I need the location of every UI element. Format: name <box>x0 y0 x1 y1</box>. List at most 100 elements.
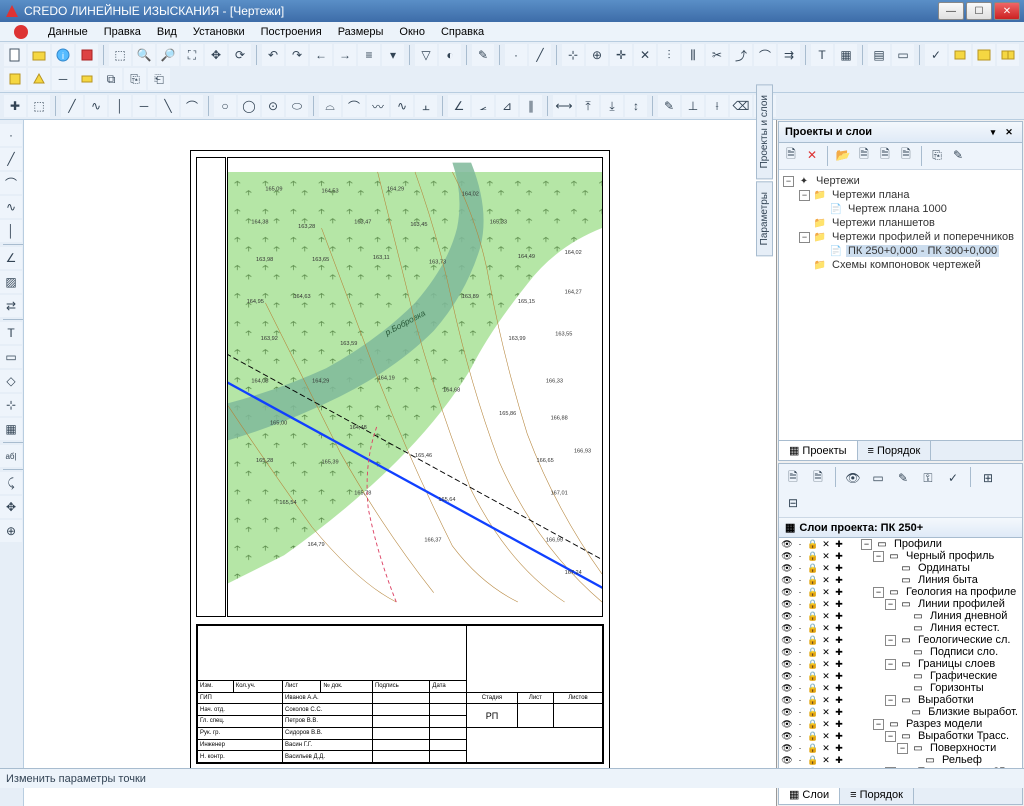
menu-view[interactable]: Вид <box>149 24 185 40</box>
move-node-icon[interactable]: ⊕ <box>586 44 608 66</box>
circle3-icon[interactable]: ⊙ <box>262 95 284 117</box>
layer-row[interactable]: 👁·🔒✕✚−▭Выработки <box>779 694 1022 706</box>
layer-row[interactable]: 👁·🔒✕✚▭Линия быта <box>779 574 1022 586</box>
diag-icon[interactable]: ╲ <box>157 95 179 117</box>
layer-doc-icon[interactable]: 🗎 <box>807 467 829 489</box>
lt-diamond-icon[interactable]: ◇ <box>0 370 22 392</box>
paste-icon[interactable]: ⎗ <box>148 68 170 90</box>
dim3-icon[interactable]: ⤓ <box>601 95 623 117</box>
tree-node[interactable]: 📄ПК 250+0,000 - ПК 300+0,000 <box>783 244 1018 258</box>
layer-edit-icon[interactable]: ✎ <box>892 467 914 489</box>
copy-icon[interactable]: ⎘ <box>124 68 146 90</box>
lt-swap-icon[interactable]: ⇄ <box>0 295 22 317</box>
double-icon[interactable] <box>997 44 1019 66</box>
layer-row[interactable]: 👁·🔒✕✚▭Ординаты <box>779 562 1022 574</box>
proj-delete-icon[interactable]: ✕ <box>803 146 821 164</box>
join-icon[interactable]: ⫶ <box>658 44 680 66</box>
trim-icon[interactable]: ✂ <box>706 44 728 66</box>
table-icon[interactable]: ▤ <box>868 44 890 66</box>
circle2-icon[interactable]: ◯ <box>238 95 260 117</box>
tree-node[interactable]: −✦Чертежи <box>783 174 1018 188</box>
tree-node[interactable]: −📁Чертежи профилей и поперечников <box>783 230 1018 244</box>
spline-icon[interactable]: 〰 <box>367 95 389 117</box>
rect-icon[interactable] <box>949 44 971 66</box>
panel-close-icon[interactable]: ✕ <box>1002 125 1016 139</box>
pan-icon[interactable]: ✥ <box>205 44 227 66</box>
dim4-icon[interactable]: ↕ <box>625 95 647 117</box>
layers-icon[interactable]: ⧉ <box>100 68 122 90</box>
layer-row[interactable]: 👁·🔒✕✚−▭Границы слоев <box>779 658 1022 670</box>
layer-row[interactable]: 👁·🔒✕✚▭Подписи сло. <box>779 646 1022 658</box>
ellipse-icon[interactable]: ⬭ <box>286 95 308 117</box>
layer-show-icon[interactable]: 👁 <box>842 467 864 489</box>
layer-lock-icon[interactable]: ⚿ <box>917 467 939 489</box>
side-tab-params[interactable]: Параметры <box>756 181 773 256</box>
layer-row[interactable]: 👁·🔒✕✚▭Графические <box>779 670 1022 682</box>
angle2-icon[interactable]: ⦟ <box>472 95 494 117</box>
point-icon[interactable]: · <box>505 44 527 66</box>
polyline-icon[interactable]: ∿ <box>85 95 107 117</box>
tab-order[interactable]: ≡Порядок <box>858 441 932 460</box>
menu-settings[interactable]: Установки <box>185 24 253 40</box>
fillet-icon[interactable]: ⌒ <box>754 44 776 66</box>
lt-snap-icon[interactable]: ⊹ <box>0 394 22 416</box>
lt-angle-icon[interactable]: ∠ <box>0 247 22 269</box>
panel-dock-icon[interactable]: ▾ <box>986 125 1000 139</box>
layer-row[interactable]: 👁·🔒✕✚−▭Выработки Трасс. <box>779 730 1022 742</box>
select-icon[interactable]: ⬚ <box>28 95 50 117</box>
text-icon[interactable]: T <box>811 44 833 66</box>
back-icon[interactable]: ← <box>310 44 332 66</box>
undo-icon[interactable]: ↶ <box>262 44 284 66</box>
maximize-button[interactable]: ☐ <box>966 2 992 20</box>
hatch-icon[interactable]: ▦ <box>835 44 857 66</box>
sheet-icon[interactable]: ▭ <box>892 44 914 66</box>
close-button[interactable]: ✕ <box>994 2 1020 20</box>
menu-edit[interactable]: Правка <box>96 24 149 40</box>
vertical-icon[interactable]: │ <box>109 95 131 117</box>
proj-doc3-icon[interactable]: 🗎 <box>897 146 915 164</box>
lt-rect-icon[interactable]: ▭ <box>0 346 22 368</box>
offset-icon[interactable]: ⇉ <box>778 44 800 66</box>
curve-icon[interactable]: ⌒ <box>181 95 203 117</box>
layer-row[interactable]: 👁·🔒✕✚−▭Черный профиль <box>779 550 1022 562</box>
arc-icon[interactable]: ⌓ <box>319 95 341 117</box>
spline2-icon[interactable]: ∿ <box>391 95 413 117</box>
proj-new-icon[interactable]: 🗎 <box>782 146 800 164</box>
lt-targ-icon[interactable]: ⊕ <box>0 520 22 542</box>
tree-node[interactable]: −📁Чертежи плана <box>783 188 1018 202</box>
layer-row[interactable]: 👁·🔒✕✚▭Линия дневной <box>779 610 1022 622</box>
filter-icon[interactable]: ▽ <box>415 44 437 66</box>
circle-icon[interactable]: ○ <box>214 95 236 117</box>
layer-collapse-icon[interactable]: ⊟ <box>782 492 804 514</box>
check-icon[interactable]: ✓ <box>925 44 947 66</box>
tab-projects[interactable]: ▦Проекты <box>779 441 858 460</box>
redo-icon[interactable]: ↷ <box>286 44 308 66</box>
poly-icon[interactable] <box>28 68 50 90</box>
layer-expand-icon[interactable]: ⊞ <box>977 467 999 489</box>
layer-row[interactable]: 👁·🔒✕✚▭Линия естест. <box>779 622 1022 634</box>
menu-data[interactable]: Данные <box>40 24 96 40</box>
menu-constructions[interactable]: Построения <box>253 24 330 40</box>
line-icon[interactable]: ╱ <box>529 44 551 66</box>
dim2-icon[interactable]: ⤒ <box>577 95 599 117</box>
lt-line-icon[interactable]: ╱ <box>0 148 22 170</box>
zoom-out-icon[interactable]: 🔎 <box>157 44 179 66</box>
horiz-icon[interactable]: ─ <box>133 95 155 117</box>
new-icon[interactable] <box>4 44 26 66</box>
erase-icon[interactable]: ⌫ <box>730 95 752 117</box>
lt-arc-icon[interactable]: ⌒ <box>0 172 22 194</box>
lt-arrow-icon[interactable]: ⤹ <box>0 472 22 494</box>
extend-icon[interactable]: ⤴ <box>730 44 752 66</box>
layer-row[interactable]: 👁·🔒✕✚−▭Разрез модели <box>779 718 1022 730</box>
refresh-icon[interactable]: ⟳ <box>229 44 251 66</box>
proj-edit-icon[interactable]: ✎ <box>949 146 967 164</box>
angle-icon[interactable]: ∠ <box>448 95 470 117</box>
vert2-icon[interactable]: ⊥ <box>682 95 704 117</box>
layer-row[interactable]: 👁·🔒✕✚▭Близкие выработ. <box>779 706 1022 718</box>
layer-row[interactable]: 👁·🔒✕✚−▭Геология на профиле <box>779 586 1022 598</box>
layer-row[interactable]: 👁·🔒✕✚▭Рельеф <box>779 754 1022 766</box>
canvas[interactable]: р.Бобровка <box>24 120 776 806</box>
layer-row[interactable]: 👁·🔒✕✚−▭Геологические сл. <box>779 634 1022 646</box>
layer-row[interactable]: 👁·🔒✕✚−▭Линии профилей <box>779 598 1022 610</box>
proj-copy-icon[interactable]: ⎘ <box>928 146 946 164</box>
